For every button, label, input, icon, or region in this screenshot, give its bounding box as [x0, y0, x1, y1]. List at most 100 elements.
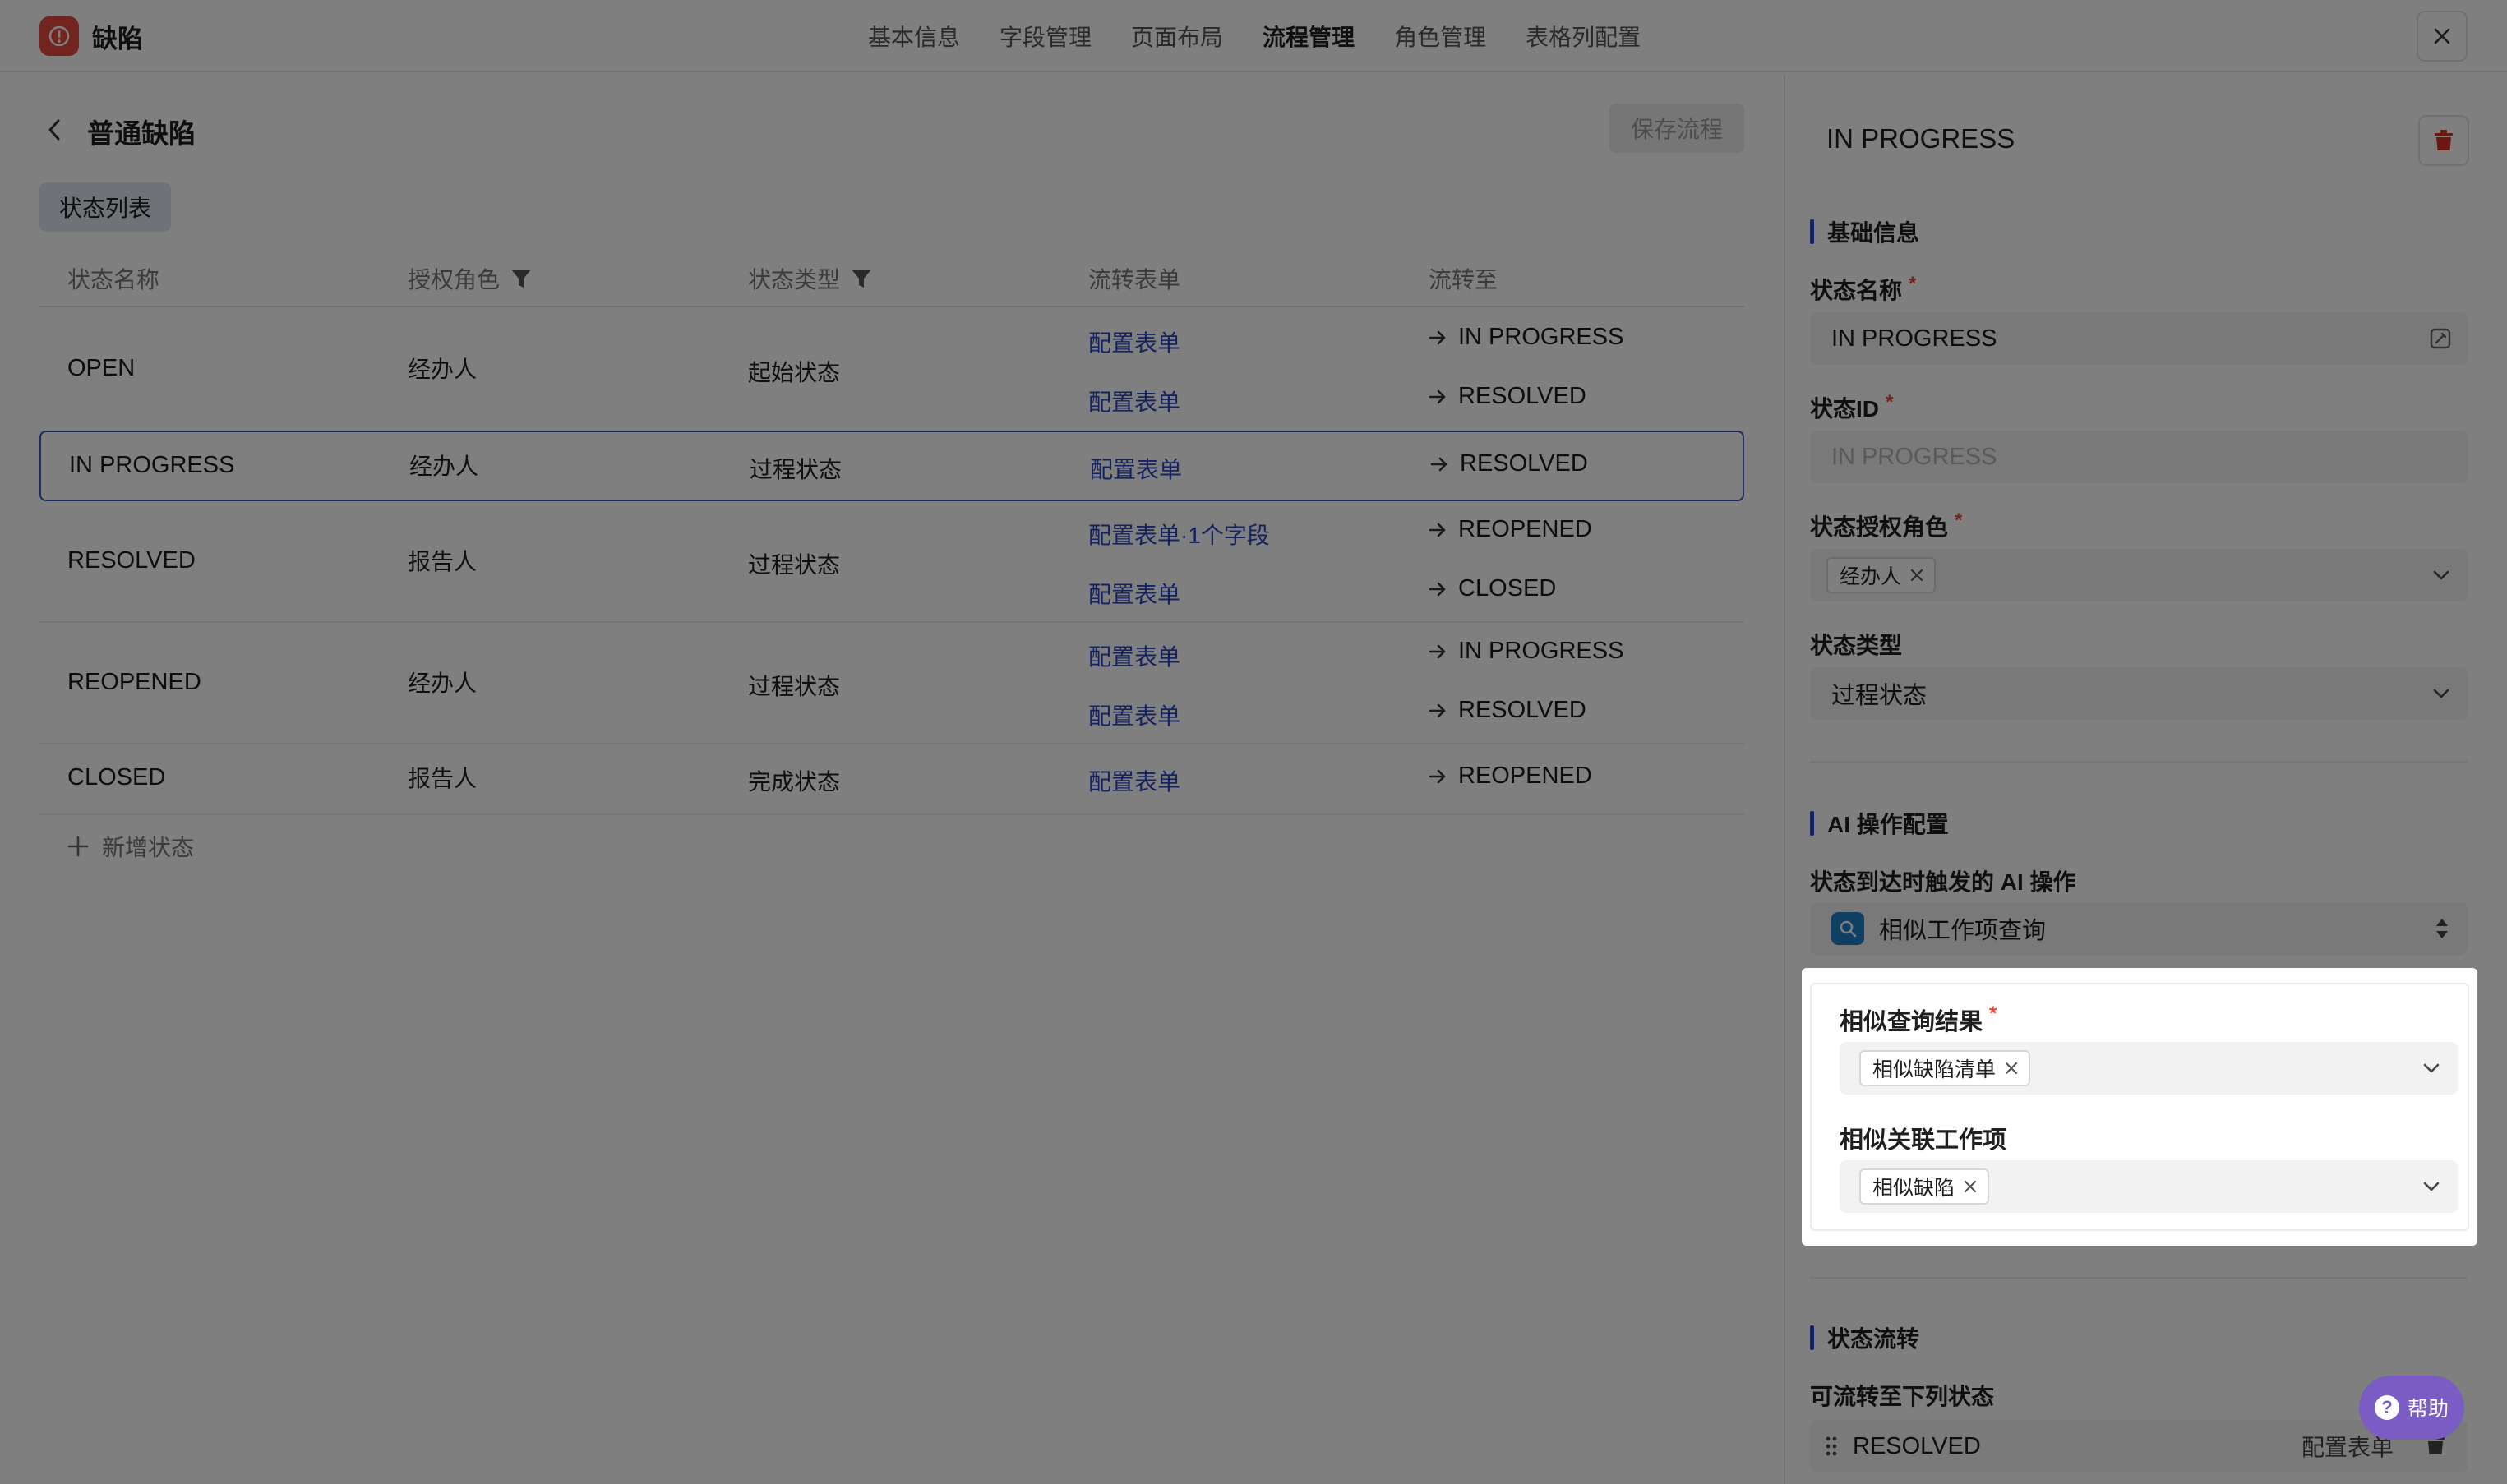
- arrow-right-icon: [1429, 769, 1446, 783]
- configure-form-link[interactable]: 配置表单: [1088, 325, 1180, 358]
- column-header-transition-to: 流转至: [1429, 267, 1498, 293]
- column-header-transition-form: 流转表单: [1088, 267, 1181, 293]
- section-ai-config: AI 操作配置: [1810, 807, 1949, 840]
- similar-item-tag: 相似缺陷: [1859, 1168, 1990, 1205]
- similar-item-label: 相似关联工作项: [1840, 1127, 2007, 1154]
- state-detail-panel: IN PROGRESS 基础信息 状态名称 * IN PROGRESS 状态ID *…: [1784, 74, 2507, 1484]
- tab-state-list[interactable]: 状态列表: [39, 182, 171, 232]
- section-state-flow: 状态流转: [1810, 1321, 1919, 1354]
- configure-form-link[interactable]: 配置表单: [1088, 764, 1180, 797]
- nav-table-column-config[interactable]: 表格列配置: [1526, 20, 1641, 53]
- tag-remove-icon[interactable]: [1963, 1179, 1978, 1194]
- sort-arrows-icon: [2435, 902, 2449, 955]
- close-icon: [2434, 28, 2450, 44]
- chevron-down-icon: [2423, 1182, 2440, 1191]
- arrow-right-icon: [1429, 523, 1446, 537]
- edit-icon[interactable]: [2430, 328, 2451, 349]
- divider: [1810, 761, 2468, 763]
- state-id-input: IN PROGRESS: [1810, 431, 2468, 483]
- chevron-down-icon: [2423, 1063, 2440, 1073]
- table-row[interactable]: REOPENED 经办人 过程状态 配置表单 IN PROGRESS 配置表单 …: [39, 623, 1744, 744]
- configure-form-link[interactable]: 配置表单: [1090, 452, 1182, 485]
- configure-form-link[interactable]: 配置表单·1个字段: [1088, 518, 1270, 551]
- ai-trigger-label: 状态到达时触发的 AI 操作: [1810, 869, 2076, 895]
- tag-remove-icon[interactable]: [1909, 568, 1924, 583]
- chevron-left-icon: [48, 119, 60, 141]
- transition-target: RESOLVED: [1429, 697, 1586, 724]
- tag-remove-icon[interactable]: [2004, 1061, 2019, 1076]
- role-tag: 经办人: [1826, 557, 1937, 593]
- bug-icon: [39, 16, 79, 56]
- help-button[interactable]: ? 帮助: [2359, 1376, 2464, 1440]
- state-name-input[interactable]: IN PROGRESS: [1810, 312, 2468, 365]
- arrow-right-icon: [1430, 457, 1447, 471]
- save-workflow-button[interactable]: 保存流程: [1609, 104, 1744, 153]
- column-header-state-type: 状态类型: [748, 251, 873, 306]
- nav-field-management[interactable]: 字段管理: [1000, 20, 1092, 53]
- workflow-main: 普通缺陷 保存流程 状态列表 状态名称 授权角色 状态类型 流转表单 流转至 O…: [0, 74, 1784, 1484]
- transition-target: IN PROGRESS: [1429, 324, 1623, 351]
- column-header-role: 授权角色: [408, 251, 533, 306]
- similar-query-config-box: 相似查询结果 * 相似缺陷清单 相似关联工作项 相似缺陷: [1810, 983, 2469, 1231]
- similar-result-tag: 相似缺陷清单: [1859, 1050, 2031, 1086]
- arrow-right-icon: [1429, 330, 1446, 344]
- transition-target: CLOSED: [1429, 575, 1556, 602]
- state-role-label: 状态授权角色 *: [1810, 509, 1963, 540]
- state-role-select[interactable]: 经办人: [1810, 549, 2468, 601]
- ai-operation-select[interactable]: 相似工作项查询: [1810, 902, 2468, 955]
- back-button[interactable]: [41, 115, 67, 145]
- chevron-down-icon: [2433, 570, 2449, 580]
- chevron-down-icon: [2433, 689, 2449, 698]
- top-bar: 缺陷 基本信息 字段管理 页面布局 流程管理 角色管理 表格列配置: [0, 0, 2507, 72]
- table-row[interactable]: CLOSED 报告人 完成状态 配置表单 REOPENED: [39, 744, 1744, 815]
- transition-target: RESOLVED: [1430, 450, 1588, 477]
- app-title: 缺陷: [92, 24, 143, 53]
- configure-form-link[interactable]: 配置表单: [1088, 639, 1180, 672]
- similar-item-select[interactable]: 相似缺陷: [1840, 1160, 2458, 1213]
- transition-target: REOPENED: [1429, 516, 1592, 543]
- app-root: 缺陷 基本信息 字段管理 页面布局 流程管理 角色管理 表格列配置 普通缺陷 保…: [0, 0, 2507, 1484]
- nav-basic-info[interactable]: 基本信息: [868, 20, 960, 53]
- trash-icon: [2435, 130, 2453, 150]
- divider: [1810, 1277, 2468, 1279]
- delete-state-button[interactable]: [2418, 115, 2469, 166]
- flow-targets-label: 可流转至下列状态: [1810, 1384, 1995, 1409]
- state-type-select[interactable]: 过程状态: [1810, 667, 2468, 720]
- similar-query-config-card: 相似查询结果 * 相似缺陷清单 相似关联工作项 相似缺陷: [1802, 968, 2477, 1246]
- state-table-header: 状态名称 授权角色 状态类型 流转表单 流转至: [39, 251, 1744, 307]
- table-row[interactable]: OPEN 经办人 起始状态 配置表单 IN PROGRESS 配置表单 RESO…: [39, 309, 1744, 432]
- configure-form-link[interactable]: 配置表单: [1088, 385, 1180, 417]
- state-name-label: 状态名称 *: [1810, 273, 1917, 303]
- arrow-right-icon: [1429, 389, 1446, 403]
- table-row-selected[interactable]: IN PROGRESS 经办人 过程状态 配置表单 RESOLVED: [39, 431, 1744, 501]
- arrow-right-icon: [1429, 703, 1446, 717]
- nav-page-layout[interactable]: 页面布局: [1131, 20, 1223, 53]
- nav-role-management[interactable]: 角色管理: [1394, 20, 1486, 53]
- nav-workflow-management[interactable]: 流程管理: [1263, 20, 1355, 53]
- configure-form-link[interactable]: 配置表单: [1088, 698, 1180, 731]
- state-id-label: 状态ID *: [1810, 391, 1894, 422]
- arrow-right-icon: [1429, 644, 1446, 658]
- state-type-label: 状态类型: [1810, 633, 1903, 658]
- top-nav: 基本信息 字段管理 页面布局 流程管理 角色管理 表格列配置: [868, 0, 1680, 72]
- add-state-button[interactable]: 新增状态: [67, 830, 194, 863]
- search-icon: [1831, 912, 1864, 945]
- drag-handle-icon[interactable]: [1825, 1435, 1838, 1458]
- plus-icon: [67, 836, 89, 857]
- configure-form-link[interactable]: 配置表单: [1088, 577, 1180, 610]
- similar-result-select[interactable]: 相似缺陷清单: [1840, 1042, 2458, 1095]
- page-title: 普通缺陷: [87, 118, 196, 149]
- section-basic-info: 基础信息: [1810, 215, 1919, 248]
- transition-target: IN PROGRESS: [1429, 638, 1623, 665]
- close-button[interactable]: [2417, 11, 2468, 62]
- table-row[interactable]: RESOLVED 报告人 过程状态 配置表单·1个字段 REOPENED 配置表…: [39, 501, 1744, 623]
- filter-icon[interactable]: [850, 267, 873, 290]
- column-header-state-name: 状态名称: [67, 267, 160, 293]
- help-icon: ?: [2374, 1395, 2399, 1420]
- filter-icon[interactable]: [510, 267, 533, 290]
- panel-title: IN PROGRESS: [1826, 123, 2015, 154]
- brand: 缺陷: [39, 16, 143, 56]
- similar-result-label: 相似查询结果 *: [1840, 1002, 1997, 1035]
- transition-target: RESOLVED: [1429, 383, 1586, 410]
- arrow-right-icon: [1429, 582, 1446, 596]
